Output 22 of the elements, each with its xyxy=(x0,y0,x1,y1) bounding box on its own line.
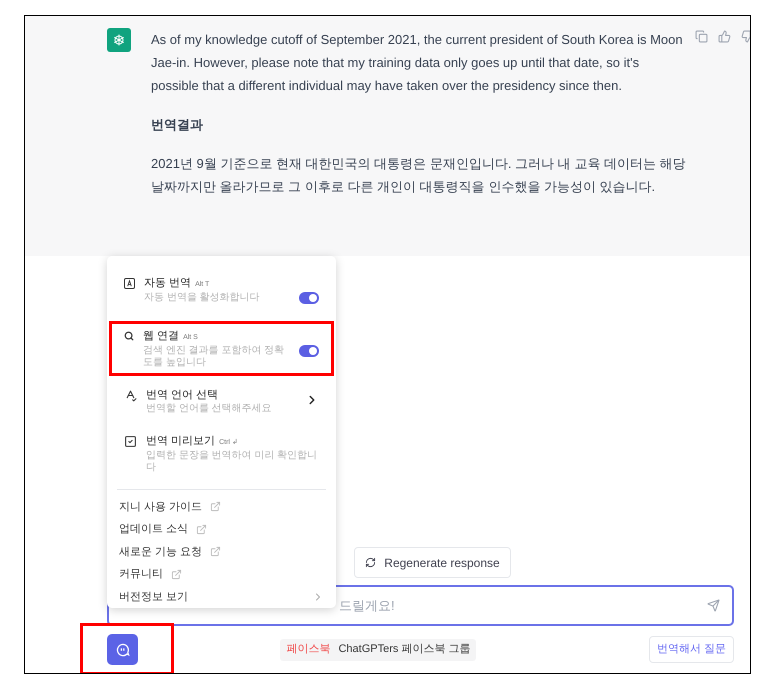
menu-link[interactable]: 커뮤니티 xyxy=(119,566,163,582)
menu-item-title: 자동 번역 xyxy=(144,276,192,291)
group-tag[interactable]: 페이스북 ChatGPTers 페이스북 그룹 xyxy=(280,638,476,660)
menu-link[interactable]: 지니 사용 가이드 xyxy=(119,498,202,515)
menu-item-description: 검색 엔진 결과를 포함하여 정확도를 높입니다 xyxy=(143,344,286,368)
menu-item[interactable]: 번역 언어 선택 번역할 언어를 선택해주세요 xyxy=(109,380,334,422)
translation-heading: 번역결과 xyxy=(151,116,204,134)
response-text: As of my knowledge cutoff of September 2021, the current president of South Korea is Moon Jae-in. However, please note that my training data only goes up until that date, so it's possible that a different individual may have taken over the presidency since then. xyxy=(151,31,684,95)
menu-item-title: 번역 미리보기 xyxy=(146,434,216,449)
menu-item-title: 웹 연결 xyxy=(143,329,180,344)
translate-ask-button[interactable]: 번역해서 질문 xyxy=(648,636,734,663)
menu-item-title: 번역 언어 선택 xyxy=(146,388,218,402)
menu-item-description: 입력한 문장을 번역하여 미리 확인합니다 xyxy=(146,450,318,474)
menu-item-description: 자동 번역을 활성화합니다 xyxy=(144,292,261,304)
menu-link[interactable]: 새로운 기능 요청 xyxy=(119,544,202,560)
menu-item-description: 번역할 언어를 선택해주세요 xyxy=(146,403,273,415)
regenerate-button[interactable]: Regenerate response xyxy=(354,547,511,578)
menu-link[interactable]: 버전정보 보기 xyxy=(119,588,188,605)
translation-text: 2021년 9월 기준으로 현재 대한민국의 대통령은 문재인입니다. 그러나 내 교육 데이터는 해당 날짜까지만 올라가므로 그 이후로 다른 개인이 대통령직을 인수했을 가능성이 있습니다. xyxy=(151,155,686,196)
menu-link[interactable]: 업데이트 소식 xyxy=(119,521,188,538)
tag-label: 페이스북 xyxy=(286,642,330,658)
group-link[interactable]: ChatGPTers 페이스북 그룹 xyxy=(338,641,470,658)
